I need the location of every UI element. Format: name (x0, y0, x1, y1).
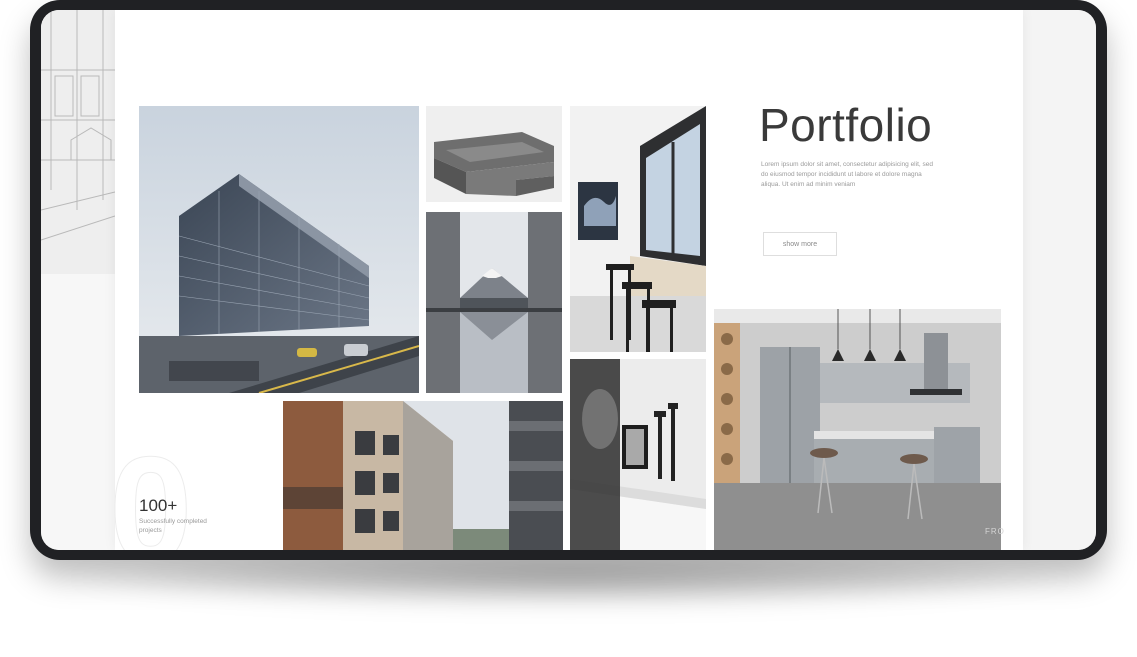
watermark-text: FRO (985, 527, 1005, 536)
projects-count-label: Successfully completed projects (139, 518, 207, 534)
gallery-item-sofa[interactable] (426, 106, 562, 202)
device-screen: 0 Portfolio Lorem ipsum dolor sit amet, … (41, 10, 1096, 550)
architectural-sketch-image (41, 10, 115, 274)
gallery-item-bar-interior[interactable] (570, 106, 706, 352)
background-sketch-panel (41, 10, 115, 274)
gallery-item-office-building[interactable] (139, 106, 419, 393)
kitchen-interior-photo (714, 309, 1001, 550)
background-right-blank (1023, 10, 1096, 550)
gallery-item-shelf-decor[interactable] (570, 359, 706, 550)
mountain-reflection-photo (426, 212, 562, 393)
apartment-building-photo (283, 401, 563, 550)
bar-interior-photo (570, 106, 706, 352)
tablet-device-frame: 0 Portfolio Lorem ipsum dolor sit amet, … (30, 0, 1107, 560)
portfolio-description: Lorem ipsum dolor sit amet, consectetur … (761, 161, 933, 188)
projects-count: 100+ (139, 496, 178, 515)
gallery-item-apartment-building[interactable] (283, 401, 563, 550)
portfolio-page: 0 Portfolio Lorem ipsum dolor sit amet, … (108, 10, 1023, 550)
sofa-photo (426, 106, 562, 202)
page-title: Portfolio (759, 99, 933, 151)
office-building-photo (139, 106, 419, 393)
show-more-button[interactable]: show more (763, 232, 837, 256)
gallery-item-kitchen-interior[interactable] (714, 309, 1001, 550)
shelf-decor-photo (570, 359, 706, 550)
gallery-item-mountain-reflection[interactable] (426, 212, 562, 393)
background-left-blank (41, 274, 115, 550)
